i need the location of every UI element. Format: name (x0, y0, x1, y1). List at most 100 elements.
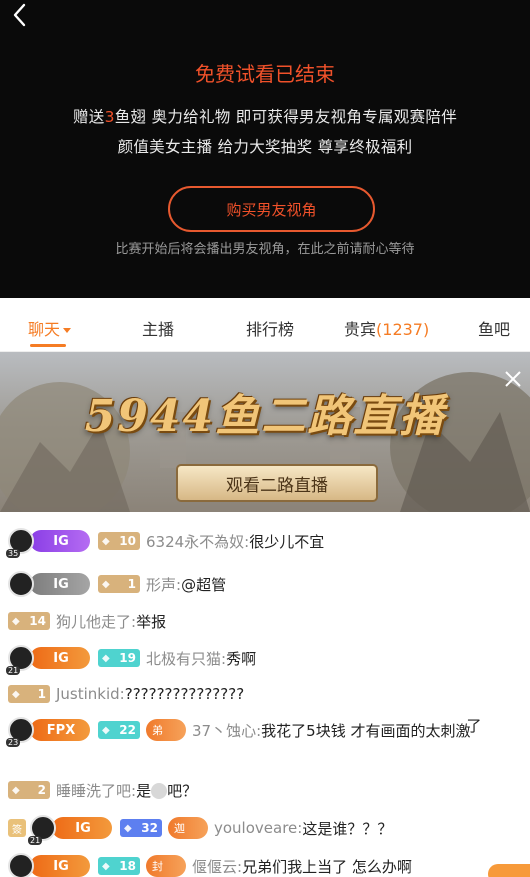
user-level: 1 (127, 577, 136, 591)
fish-icon: ◆ (102, 724, 110, 736)
fish-icon: ◆ (12, 615, 20, 627)
username[interactable]: youloveare: (214, 819, 302, 837)
caret-down-icon (63, 328, 72, 333)
avatar[interactable]: 21 (6, 645, 34, 675)
username[interactable]: Justinkid: (56, 685, 125, 703)
username[interactable]: 6324永不為奴: (146, 531, 249, 552)
offer-suffix: 鱼翅 奥力给礼物 即可获得男友视角专属观赛陪伴 (114, 108, 458, 126)
user-level-badge: ◆ 22 (98, 721, 140, 739)
vip-count: (1237) (376, 320, 430, 339)
team-badge: IG (30, 647, 90, 669)
user-level-badge: ◆ 1 (8, 685, 50, 703)
username[interactable]: 狗儿他走了: (56, 611, 136, 632)
promo-banner[interactable]: 5944鱼二路直播 观看二路直播 (0, 352, 530, 512)
fan-badge: 封 (146, 855, 186, 877)
chat-message: ◆ 14 狗儿他走了: 举报 (8, 605, 530, 637)
close-icon[interactable] (502, 368, 524, 390)
user-level: 19 (119, 651, 136, 665)
tab-vip-label: 贵宾 (344, 320, 377, 339)
team-badge: IG (52, 817, 112, 839)
fish-icon: ◆ (12, 688, 20, 700)
fish-icon: ◆ (102, 535, 110, 547)
tab-ranking[interactable]: 排行榜 (246, 316, 294, 340)
team-badge: FPX (30, 719, 90, 741)
back-arrow-icon[interactable] (8, 2, 34, 28)
chat-message: ◆ 2 睡睡洗了吧: 是吧？ (8, 774, 530, 806)
fish-icon: ◆ (124, 822, 132, 834)
chat-message: 21 IG ◆ 19 北极有只猫: 秀啊 (6, 642, 530, 675)
avatar-level: 35 (6, 549, 21, 558)
tab-fishbar[interactable]: 鱼吧 (478, 316, 510, 340)
fan-badge: 迦 (168, 817, 208, 839)
username[interactable]: 37丶蚀心: (192, 720, 261, 741)
message-text: 秀啊 (226, 649, 257, 668)
paywall-benefit-line: 颜值美女主播 给力大奖抽奖 尊享终极福利 (117, 138, 413, 156)
video-player[interactable]: 免费试看已结束 赠送3鱼翅 奥力给礼物 即可获得男友视角专属观赛陪伴 颜值美女主… (0, 0, 530, 298)
tab-chat[interactable]: 聊天 (28, 316, 72, 340)
redacted-emoji (151, 783, 168, 799)
username[interactable]: 睡睡洗了吧: (56, 780, 136, 801)
active-tab-indicator (30, 344, 66, 347)
user-level-badge: ◆ 32 (120, 819, 162, 837)
message-text: 兄弟们我上当了 怎么办啊 (242, 857, 412, 876)
message-text: ??????????????? (124, 685, 245, 703)
chat-message: 簽 21 IG ◆ 32 迦 youloveare: 这是谁？？？ (8, 812, 530, 845)
user-level-badge: ◆ 2 (8, 781, 50, 799)
avatar[interactable] (8, 853, 34, 877)
user-level: 1 (37, 687, 46, 701)
user-level-badge: ◆ 19 (98, 649, 140, 667)
message-text: @超管 (181, 575, 227, 594)
user-level-badge: ◆ 14 (8, 612, 50, 630)
message-text-a: 是 (136, 781, 152, 800)
paywall-offer-line: 赠送3鱼翅 奥力给礼物 即可获得男友视角专属观赛陪伴 (0, 105, 530, 127)
user-level: 32 (141, 821, 158, 835)
paywall-title: 免费试看已结束 (195, 62, 335, 86)
avatar-level: 21 (28, 836, 43, 845)
user-level-badge: ◆ 18 (98, 857, 140, 875)
avatar[interactable]: 21 (28, 815, 56, 845)
team-badge: IG (30, 573, 90, 595)
chat-message: IG ◆ 1 形声: @超管 (8, 568, 530, 600)
buy-boyfriend-view-button[interactable]: 购买男友视角 (168, 186, 375, 232)
message-text: 举报 (136, 612, 167, 631)
fish-icon: ◆ (102, 652, 110, 664)
team-badge: IG (30, 855, 90, 877)
message-text: 我花了5块钱 才有画面的太刺激 (261, 721, 471, 740)
offer-prefix: 赠送 (72, 108, 105, 126)
message-text: 是吧？ (136, 780, 197, 801)
user-level: 2 (37, 783, 46, 797)
banner-title: 5944鱼二路直播 (84, 391, 446, 442)
avatar-level: 23 (6, 738, 21, 747)
fish-icon: ◆ (12, 784, 20, 796)
paywall-note: 比赛开始后将会播出男友视角，在此之前请耐心等待 (115, 242, 415, 257)
username[interactable]: 偃偃云: (192, 856, 242, 877)
chat-message: ◆ 1 Justinkid:??????????????? (8, 678, 530, 710)
user-level-badge: ◆ 10 (98, 532, 140, 550)
message-text: 很少儿不宜 (249, 532, 325, 551)
chat-message: 23 FPX ◆ 22 弟 37丶蚀心: 我花了5块钱 才有画面的太刺激 了 (6, 714, 530, 778)
user-level: 14 (29, 614, 46, 628)
message-text-continued: 了 (466, 717, 482, 735)
username[interactable]: 北极有只猫: (146, 648, 226, 669)
avatar[interactable]: 23 (6, 717, 34, 747)
fish-icon: ◆ (102, 578, 110, 590)
avatar[interactable] (8, 571, 34, 597)
chat-message: IG ◆ 18 封 偃偃云: 兄弟们我上当了 怎么办啊 (8, 850, 530, 877)
user-level: 10 (119, 534, 136, 548)
sign-badge: 簽 (8, 819, 26, 837)
chat-message: 35 IG ◆ 10 6324永不為奴: 很少儿不宜 (6, 525, 530, 558)
avatar[interactable]: 35 (6, 528, 34, 558)
avatar-level: 21 (6, 666, 21, 675)
room-tab-bar: 聊天 主播 排行榜 贵宾(1237) 鱼吧 (0, 298, 530, 352)
tab-chat-label: 聊天 (28, 320, 61, 339)
chat-list[interactable]: 35 IG ◆ 10 6324永不為奴: 很少儿不宜 IG ◆ 1 形声: @超管 ◆ 1… (0, 512, 530, 877)
team-badge: IG (30, 530, 90, 552)
floating-action-pill[interactable] (488, 864, 530, 877)
tab-streamer[interactable]: 主播 (142, 316, 174, 340)
tab-vip[interactable]: 贵宾(1237) (344, 316, 429, 340)
user-level-badge: ◆ 1 (98, 575, 140, 593)
watch-second-stream-button[interactable]: 观看二路直播 (176, 464, 378, 502)
username[interactable]: 形声: (146, 574, 181, 595)
fan-badge: 弟 (146, 719, 186, 741)
user-level: 22 (119, 723, 136, 737)
